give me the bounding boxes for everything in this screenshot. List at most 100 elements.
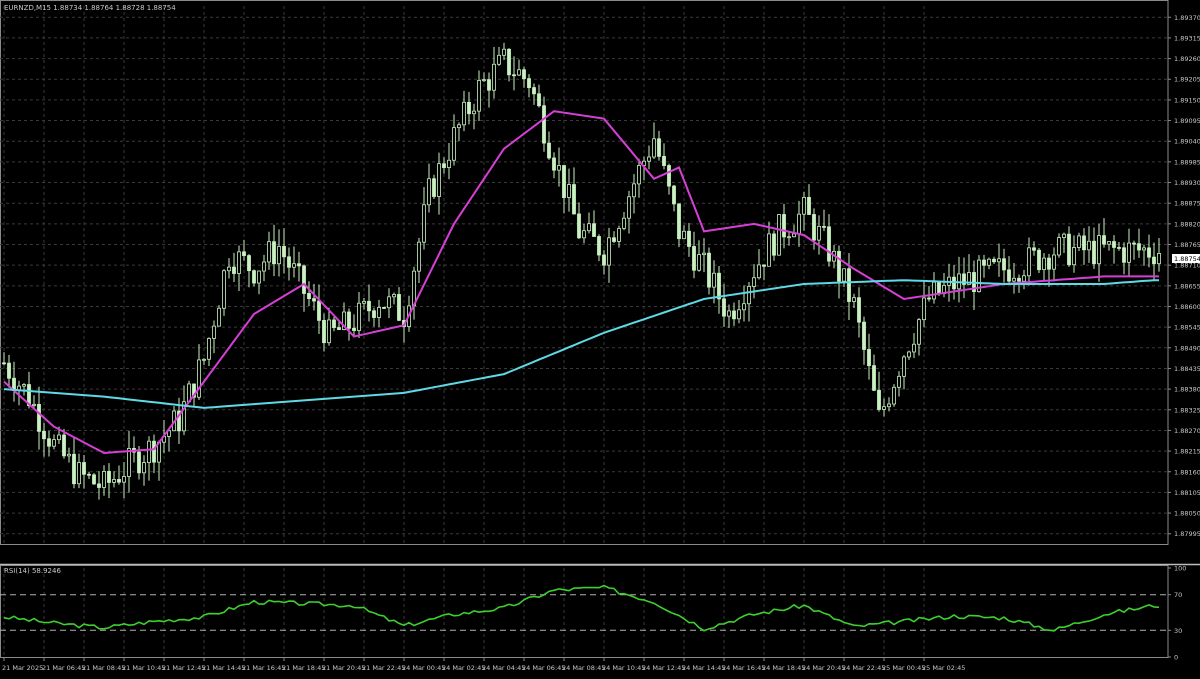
- candle-body: [552, 157, 556, 171]
- candle-body: [627, 196, 631, 219]
- candle-body: [927, 297, 931, 300]
- price-tick-label: 1.88325: [1174, 406, 1200, 414]
- candle-body: [812, 214, 816, 241]
- candle-body: [537, 93, 541, 107]
- candle-body: [757, 264, 761, 279]
- time-tick-label: 21 Mar 06:45: [42, 664, 85, 672]
- price-tick-label: 1.89370: [1174, 14, 1200, 22]
- candle-body: [997, 258, 1001, 263]
- candle-body: [792, 233, 796, 238]
- trading-chart[interactable]: 1.89370 1.89315 1.89260 1.89205 1.89150 1.890…: [0, 0, 1200, 675]
- candle-body: [532, 87, 536, 95]
- candle-body: [982, 259, 986, 266]
- candle-body: [332, 319, 336, 328]
- candle-body: [517, 69, 521, 76]
- candle-body: [1002, 258, 1006, 271]
- candle-body: [1017, 277, 1021, 282]
- candle-body: [507, 48, 511, 76]
- candle-body: [992, 258, 996, 263]
- candle-body: [647, 156, 651, 162]
- candle-body: [287, 256, 291, 268]
- candle-body: [1142, 247, 1146, 251]
- price-tick-label: 1.89095: [1174, 117, 1200, 125]
- candle-body: [1092, 240, 1096, 265]
- candle-body: [772, 233, 776, 256]
- price-tick-label: 1.88600: [1174, 303, 1200, 311]
- price-tick-label: 1.89205: [1174, 76, 1200, 84]
- price-tick-label: 1.88930: [1174, 179, 1200, 187]
- candle-body: [297, 263, 301, 267]
- candle-body: [657, 138, 661, 157]
- candle-body: [702, 252, 706, 256]
- candle-body: [107, 470, 111, 483]
- candle-body: [37, 403, 41, 432]
- chart-canvas[interactable]: 1.89370 1.89315 1.89260 1.89205 1.89150 1.890…: [0, 0, 1200, 675]
- candle-body: [1122, 247, 1126, 263]
- candle-body: [597, 236, 601, 256]
- rsi-tick-label: 0: [1174, 654, 1178, 662]
- candle-body: [1052, 254, 1056, 270]
- candle-body: [422, 204, 426, 243]
- candle-body: [547, 142, 551, 159]
- candle-body: [707, 252, 711, 288]
- candle-body: [232, 266, 236, 274]
- candle-body: [347, 311, 351, 329]
- candle-body: [577, 213, 581, 239]
- candle-body: [237, 251, 241, 274]
- candle-body: [682, 230, 686, 240]
- candle-body: [397, 294, 401, 321]
- candle-body: [252, 270, 256, 284]
- time-tick-label: 24 Mar 20:45: [802, 664, 845, 672]
- candle-body: [1097, 235, 1101, 265]
- time-tick-label: 24 Mar 06:45: [522, 664, 565, 672]
- candle-body: [672, 185, 676, 205]
- candle-body: [502, 48, 506, 56]
- time-tick-label: 24 Mar 00:45: [402, 664, 445, 672]
- candle-body: [567, 184, 571, 198]
- candle-body: [737, 309, 741, 320]
- time-tick-label: 24 Mar 10:45: [602, 664, 645, 672]
- candle-body: [272, 241, 276, 265]
- candle-body: [857, 297, 861, 323]
- candle-body: [987, 258, 991, 266]
- candle-body: [872, 365, 876, 391]
- candle-body: [1007, 269, 1011, 282]
- candle-body: [1057, 237, 1061, 256]
- candle-body: [467, 101, 471, 115]
- candle-body: [687, 230, 691, 247]
- rsi-tick-label: 70: [1174, 591, 1182, 599]
- candle-body: [442, 163, 446, 168]
- candle-body: [142, 462, 146, 474]
- candle-body: [827, 226, 831, 262]
- rsi-tick-label: 100: [1174, 565, 1186, 573]
- time-tick-label: 21 Mar 2025: [2, 664, 43, 672]
- candle-body: [817, 225, 821, 241]
- candle-body: [762, 264, 766, 267]
- candle-body: [1117, 247, 1121, 249]
- candle-body: [307, 293, 311, 300]
- candle-body: [612, 237, 616, 242]
- rsi-header: RSI(14) 58.9246: [4, 567, 61, 575]
- candle-body: [667, 165, 671, 187]
- candle-body: [912, 343, 916, 353]
- candle-body: [632, 183, 636, 198]
- candle-body: [852, 297, 856, 302]
- price-tick-label: 1.88380: [1174, 386, 1200, 394]
- candle-body: [1132, 242, 1136, 245]
- candle-body: [752, 277, 756, 287]
- candle-body: [427, 178, 431, 206]
- price-tick-label: 1.88655: [1174, 282, 1200, 290]
- candle-body: [592, 223, 596, 237]
- candle-body: [152, 440, 156, 463]
- candle-body: [117, 479, 121, 483]
- candle-body: [112, 479, 116, 483]
- candle-body: [52, 439, 56, 447]
- candle-body: [1062, 233, 1066, 238]
- time-tick-label: 24 Mar 02:45: [442, 664, 485, 672]
- candle-body: [1032, 247, 1036, 251]
- candle-body: [87, 473, 91, 476]
- candle-body: [82, 462, 86, 475]
- candle-body: [122, 476, 126, 483]
- candle-body: [717, 272, 721, 300]
- candle-body: [1152, 256, 1156, 265]
